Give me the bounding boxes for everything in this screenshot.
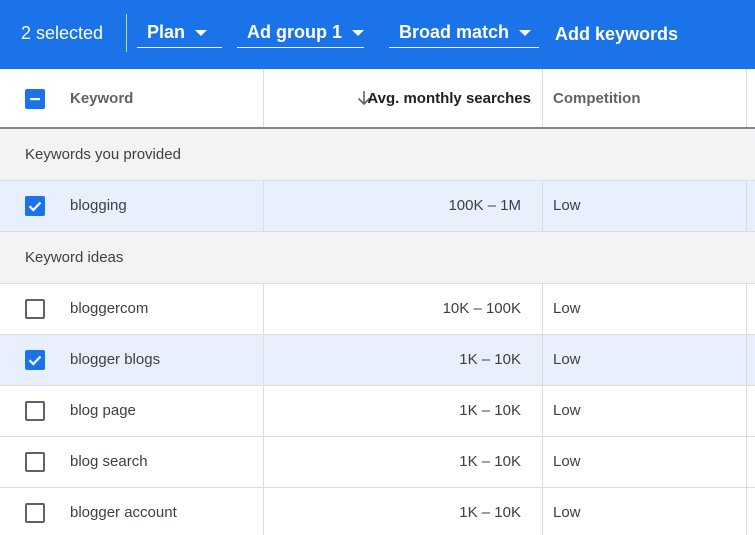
avg-searches-value: 1K – 10K bbox=[459, 453, 521, 470]
avg-searches-value: 100K – 1M bbox=[448, 197, 521, 214]
group-header-row: Keyword ideas bbox=[0, 232, 755, 284]
competition-cell: Low bbox=[543, 488, 747, 535]
avg-searches-cell: 1K – 10K bbox=[264, 335, 543, 385]
minus-icon bbox=[30, 98, 40, 101]
ad-group-dropdown[interactable]: Ad group 1 bbox=[237, 20, 364, 48]
keyword-cell: blog search bbox=[0, 437, 264, 487]
keyword-text: blogging bbox=[70, 197, 127, 214]
table-row[interactable]: blogging 100K – 1M Low bbox=[0, 181, 755, 232]
row-checkbox[interactable] bbox=[25, 196, 45, 216]
avg-searches-cell: 10K – 100K bbox=[264, 284, 543, 334]
table-row[interactable]: blog page 1K – 10K Low bbox=[0, 386, 755, 437]
competition-value: Low bbox=[553, 402, 581, 419]
avg-searches-cell: 1K – 10K bbox=[264, 437, 543, 487]
keyword-text: blogger blogs bbox=[70, 351, 161, 368]
table-row[interactable]: blogger account 1K – 10K Low bbox=[0, 488, 755, 535]
caret-down-icon bbox=[352, 30, 364, 36]
add-keywords-button[interactable]: Add keywords bbox=[555, 22, 678, 46]
table-row[interactable]: blog search 1K – 10K Low bbox=[0, 437, 755, 488]
select-all-checkbox[interactable] bbox=[25, 89, 45, 109]
keyword-cell: blogger account bbox=[0, 488, 264, 535]
competition-column-header[interactable]: Competition bbox=[543, 69, 747, 127]
competition-cell: Low bbox=[543, 284, 747, 334]
keyword-column-header: Keyword bbox=[0, 69, 264, 127]
plan-dropdown-label: Plan bbox=[147, 22, 186, 42]
avg-searches-value: 10K – 100K bbox=[442, 300, 521, 317]
keyword-cell: blogger blogs bbox=[0, 335, 264, 385]
table-header: Keyword Avg. monthly searches Competitio… bbox=[0, 69, 755, 129]
group-label: Keyword ideas bbox=[25, 249, 124, 266]
keyword-cell: bloggercom bbox=[0, 284, 264, 334]
avg-searches-cell: 100K – 1M bbox=[264, 181, 543, 231]
keyword-cell: blogging bbox=[0, 181, 264, 231]
avg-searches-column-header[interactable]: Avg. monthly searches bbox=[264, 69, 543, 127]
match-type-dropdown-label: Broad match bbox=[399, 22, 510, 42]
avg-searches-cell: 1K – 10K bbox=[264, 386, 543, 436]
avg-searches-value: 1K – 10K bbox=[459, 351, 521, 368]
match-type-dropdown[interactable]: Broad match bbox=[389, 20, 539, 48]
selected-count: 2 selected bbox=[21, 23, 104, 43]
competition-value: Low bbox=[553, 453, 581, 470]
caret-down-icon bbox=[519, 30, 532, 36]
keyword-header-label: Keyword bbox=[70, 90, 134, 107]
competition-cell: Low bbox=[543, 181, 747, 231]
keyword-cell: blog page bbox=[0, 386, 264, 436]
group-header-row: Keywords you provided bbox=[0, 129, 755, 181]
row-checkbox[interactable] bbox=[25, 503, 45, 523]
group-label: Keywords you provided bbox=[25, 146, 181, 163]
selection-toolbar: 2 selected Plan Ad group 1 Broad match A… bbox=[0, 0, 755, 69]
competition-value: Low bbox=[553, 197, 581, 214]
competition-value: Low bbox=[553, 300, 581, 317]
check-icon bbox=[28, 355, 42, 366]
table-row[interactable]: blogger blogs 1K – 10K Low bbox=[0, 335, 755, 386]
competition-header-label: Competition bbox=[553, 90, 641, 107]
row-checkbox[interactable] bbox=[25, 452, 45, 472]
row-checkbox[interactable] bbox=[25, 350, 45, 370]
table-row[interactable]: bloggercom 10K – 100K Low bbox=[0, 284, 755, 335]
competition-cell: Low bbox=[543, 335, 747, 385]
competition-value: Low bbox=[553, 351, 581, 368]
keyword-text: blog page bbox=[70, 402, 136, 419]
toolbar-divider bbox=[126, 14, 127, 52]
keyword-table: Keyword Avg. monthly searches Competitio… bbox=[0, 69, 755, 535]
competition-cell: Low bbox=[543, 437, 747, 487]
caret-down-icon bbox=[195, 30, 208, 36]
competition-value: Low bbox=[553, 504, 581, 521]
avg-searches-value: 1K – 10K bbox=[459, 504, 521, 521]
keyword-text: bloggercom bbox=[70, 300, 149, 317]
row-checkbox[interactable] bbox=[25, 401, 45, 421]
avg-searches-cell: 1K – 10K bbox=[264, 488, 543, 535]
check-icon bbox=[28, 201, 42, 212]
ad-group-dropdown-label: Ad group 1 bbox=[247, 22, 342, 42]
competition-cell: Low bbox=[543, 386, 747, 436]
keyword-text: blog search bbox=[70, 453, 148, 470]
avg-searches-value: 1K – 10K bbox=[459, 402, 521, 419]
plan-dropdown[interactable]: Plan bbox=[137, 20, 222, 48]
keyword-text: blogger account bbox=[70, 504, 177, 521]
row-checkbox[interactable] bbox=[25, 299, 45, 319]
avg-searches-header-label: Avg. monthly searches bbox=[367, 90, 531, 107]
